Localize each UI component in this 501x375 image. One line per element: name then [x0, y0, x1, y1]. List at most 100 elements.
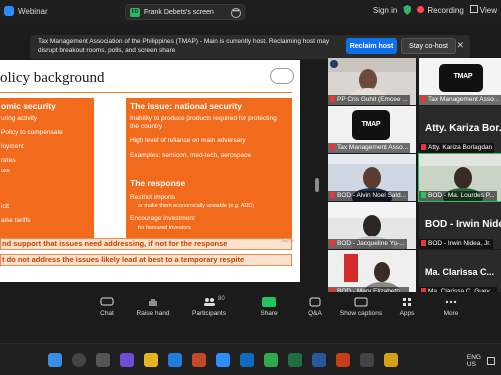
host-notification-text: Tax Management Association of the Philip…: [38, 38, 330, 54]
participant-name: Atty. Kariza Borlagdan: [419, 143, 495, 153]
muted-mic-icon: [421, 240, 426, 246]
store-icon[interactable]: [360, 353, 374, 367]
powerpoint-icon[interactable]: [336, 353, 350, 367]
participant-tile[interactable]: TMAP Tax Management Asso...: [328, 106, 416, 153]
app-title: Webinar: [4, 6, 48, 16]
slide-title: olicy background: [0, 70, 105, 86]
left-bullet: Policy to compensate: [1, 129, 63, 136]
toolbar-leftmost-caret[interactable]: [0, 297, 34, 310]
windows-taskbar: ENG US: [0, 343, 501, 375]
participant-tile[interactable]: BOD - Alvin Noel Sald...: [328, 154, 416, 201]
sharer-avatar-badge: FD: [130, 7, 140, 17]
chat-label: Chat: [100, 310, 114, 317]
office-icon[interactable]: [192, 353, 206, 367]
screen-share-indicator[interactable]: FD Frank Debets's screen •••: [125, 4, 245, 20]
left-bullet: uring activity: [1, 115, 38, 122]
slide-logo-icon: [270, 68, 294, 84]
participant-display-name: Ma. Clarissa C...: [425, 267, 495, 277]
top-right-controls: Sign in Recording View: [373, 5, 497, 15]
participants-count: 80: [218, 296, 225, 302]
apps-label: Apps: [399, 310, 415, 317]
qa-label: Q&A: [308, 310, 322, 317]
top-bar: Webinar FD Frank Debets's screen ••• Sig…: [0, 0, 501, 24]
left-bullet: aise tariffs: [1, 217, 31, 224]
participants-button[interactable]: Participants: [182, 297, 236, 317]
right-panel: The issue: national security Inability t…: [126, 98, 292, 238]
teams-icon[interactable]: [120, 353, 134, 367]
stay-cohost-button[interactable]: Stay co-host: [401, 38, 456, 54]
outlook-icon[interactable]: [240, 353, 254, 367]
participant-name: PP Cris Guhit (Emcee ...: [328, 95, 410, 105]
participant-tile[interactable]: BOD - Irwin Nide... BOD - Irwin Nidea, J…: [419, 202, 501, 249]
excel-icon[interactable]: [288, 353, 302, 367]
slide-footer: Sep 25: [281, 238, 294, 243]
response-bullet: Encourage investment: [130, 215, 195, 222]
right-bullet: High level of reliance on main adversary: [130, 137, 246, 144]
left-bullet: icit: [1, 203, 9, 210]
muted-mic-icon: [330, 240, 335, 246]
view-button[interactable]: View: [469, 5, 497, 15]
muted-mic-icon: [330, 144, 335, 150]
chat-icon: [100, 297, 114, 306]
response-heading: The response: [130, 178, 186, 188]
app-title-text: Webinar: [18, 6, 48, 16]
more-label: More: [443, 310, 459, 317]
recording-indicator[interactable]: Recording: [417, 5, 464, 15]
participant-display-name: BOD - Irwin Nide...: [425, 219, 501, 230]
recording-label: Recording: [427, 5, 464, 15]
start-icon[interactable]: [48, 353, 62, 367]
right-bullet: Examples: semicon, med-tech, aerospace: [130, 152, 252, 159]
participant-name: Tax Management Asso...: [328, 143, 411, 153]
apps-icon: [403, 298, 411, 306]
left-bullet: rates: [1, 157, 16, 164]
tmap-logo-icon: TMAP: [453, 73, 473, 80]
muted-mic-icon: [421, 96, 426, 102]
more-button[interactable]: More: [424, 297, 478, 317]
raise-hand-button[interactable]: Raise hand: [126, 297, 180, 317]
panel-resize-handle[interactable]: [315, 178, 319, 192]
slide-divider: [0, 92, 292, 93]
response-sub-bullet: for favoured investors: [138, 225, 191, 231]
grid-view-icon: [469, 5, 478, 13]
participant-tile[interactable]: TMAP Tax Management Asso...: [419, 58, 501, 105]
sign-in-link[interactable]: Sign in: [373, 6, 397, 15]
raise-hand-icon: [149, 299, 157, 306]
chrome-icon[interactable]: [264, 353, 278, 367]
response-sub-bullet: or make them economically unviable (e.g.…: [138, 203, 255, 209]
left-panel-heading: omic security: [1, 101, 56, 111]
wifi-icon[interactable]: [487, 357, 495, 365]
muted-mic-icon: [330, 192, 335, 198]
captions-label: Show captions: [339, 310, 383, 317]
file-explorer-icon[interactable]: [144, 353, 158, 367]
participant-tile[interactable]: PP Cris Guhit (Emcee ...: [328, 58, 416, 105]
word-icon[interactable]: [312, 353, 326, 367]
right-panel-heading: The issue: national security: [130, 101, 242, 111]
right-bullet: Inability to produce products required f…: [130, 115, 277, 130]
participant-tile[interactable]: BOD - Mary Elizabeth ...: [328, 250, 416, 297]
task-view-icon[interactable]: [96, 353, 110, 367]
more-options-icon[interactable]: •••: [231, 8, 241, 18]
left-bullet: use: [1, 168, 10, 174]
close-icon[interactable]: ✕: [456, 41, 464, 50]
security-shield-icon[interactable]: [403, 5, 412, 15]
muted-mic-icon: [330, 96, 335, 102]
language-indicator[interactable]: ENG US: [467, 354, 481, 368]
participants-icon: [204, 298, 215, 306]
host-notification-banner: Tax Management Association of the Philip…: [30, 35, 470, 59]
screen-share-label: Frank Debets's screen: [144, 8, 214, 16]
participant-tile-active-speaker[interactable]: BOD - Ma. Lourdes P...: [418, 153, 501, 202]
participant-tile[interactable]: BOD - Jacqueline Yu-...: [328, 202, 416, 249]
tmap-logo-icon: TMAP: [361, 121, 381, 128]
zoom-taskbar-icon[interactable]: [216, 353, 230, 367]
reclaim-host-button[interactable]: Reclaim host: [346, 38, 397, 54]
search-icon[interactable]: [72, 353, 86, 367]
zoom-window: Webinar FD Frank Debets's screen ••• Sig…: [0, 0, 501, 375]
participant-tile[interactable]: Atty. Kariza Bor... Atty. Kariza Borlagd…: [419, 106, 501, 153]
recording-dot-icon: [417, 5, 425, 13]
edge-icon[interactable]: [168, 353, 182, 367]
system-tray[interactable]: ENG US: [467, 354, 495, 368]
notes-icon[interactable]: [384, 353, 398, 367]
share-label: Share: [260, 310, 278, 317]
participant-tile[interactable]: Ma. Clarissa C... Ma. Clarissa C. Guev..…: [419, 250, 501, 297]
left-panel: omic security uring activity Policy to c…: [0, 98, 94, 238]
